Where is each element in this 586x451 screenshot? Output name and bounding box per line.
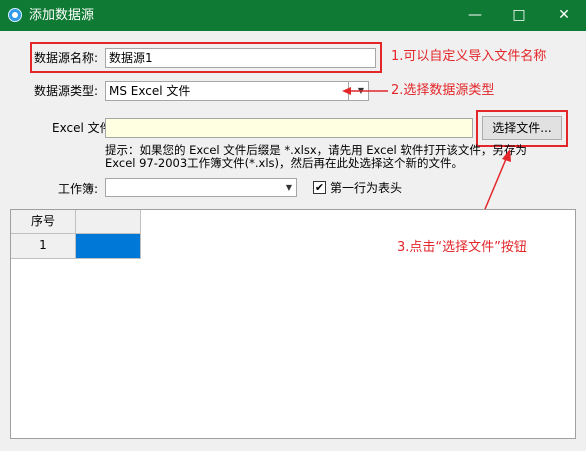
source-type-value: MS Excel 文件 (109, 84, 191, 98)
annotation-step1: 1.可以自定义导入文件名称 (391, 49, 547, 64)
maximize-button[interactable]: □ (497, 0, 541, 31)
annotation-step2: 2.选择数据源类型 (391, 83, 495, 98)
window-title: 添加数据源 (29, 8, 95, 23)
grid-header-column (76, 210, 141, 234)
arrow-step2-icon (342, 87, 388, 95)
source-name-input[interactable]: 数据源1 (105, 48, 376, 68)
first-row-header-label: 第一行为表头 (330, 181, 403, 195)
grid-header-index: 序号 (11, 210, 76, 234)
hint-line-2: Excel 97-2003工作簿文件(*.xls)，然后再在此处选择这个新的文件… (105, 156, 464, 170)
excel-file-input[interactable] (105, 118, 473, 138)
sheet-label: 工作簿: (58, 182, 99, 196)
select-file-button[interactable]: 选择文件... (482, 116, 562, 140)
chevron-down-icon: ▼ (285, 183, 292, 192)
minimize-button[interactable]: — (453, 0, 497, 31)
source-type-label: 数据源类型: (34, 84, 99, 98)
source-name-label: 数据源名称: (34, 51, 99, 65)
first-row-header-checkbox[interactable]: ✔ (313, 181, 326, 194)
grid-cell-selected[interactable] (76, 234, 141, 259)
source-type-select[interactable]: MS Excel 文件 (105, 81, 349, 101)
annotation-step3: 3.点击“选择文件”按钮 (397, 240, 527, 255)
grid-row-index: 1 (11, 234, 76, 259)
app-icon (8, 8, 22, 22)
sheet-select[interactable]: ▼ (105, 178, 297, 197)
title-bar[interactable]: 添加数据源 — □ ✕ (0, 0, 586, 31)
close-button[interactable]: ✕ (542, 0, 586, 31)
